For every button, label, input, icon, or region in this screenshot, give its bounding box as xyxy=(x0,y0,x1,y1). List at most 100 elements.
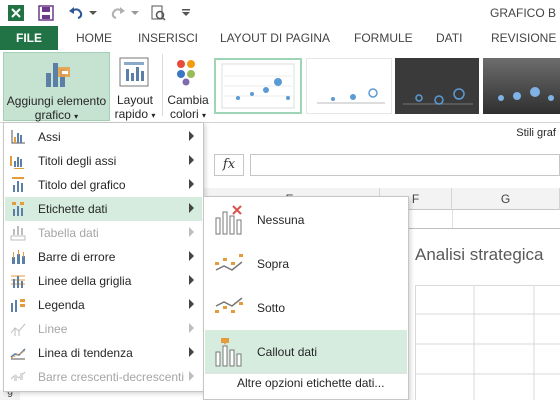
submenu-item-data-callout[interactable]: Callout dati xyxy=(205,330,407,374)
column-header-g[interactable]: G xyxy=(452,188,560,210)
formula-bar: fx xyxy=(200,152,560,178)
chart-title[interactable]: Analisi strategica xyxy=(415,245,544,265)
quick-layout-button[interactable]: Layout rapido ▾ xyxy=(112,52,158,121)
submenu-item-above[interactable]: Sopra xyxy=(205,242,407,286)
dropdown-arrow-icon: ▾ xyxy=(202,111,207,120)
menu-item-label: Linee della griglia xyxy=(38,274,132,288)
menu-item-label: Titolo del grafico xyxy=(38,178,126,192)
customize-toolbar-icon[interactable] xyxy=(176,3,196,23)
submenu-item-label: Callout dati xyxy=(257,345,318,359)
redo-dropdown-icon[interactable] xyxy=(130,3,140,23)
submenu-item-none[interactable]: Nessuna xyxy=(205,198,407,242)
quick-layout-label-2: rapido xyxy=(114,107,148,121)
up-down-bars-icon xyxy=(10,369,26,385)
data-table-icon xyxy=(10,225,26,241)
window-title: GRAFICO B xyxy=(489,6,556,20)
add-chart-element-label-1: Aggiungi elemento xyxy=(6,94,107,108)
ribbon-separator xyxy=(162,54,163,116)
change-colors-label-2-wrap: colori ▾ xyxy=(165,107,211,123)
labels-below-icon xyxy=(213,292,245,324)
title-bar: GRAFICO B xyxy=(0,0,560,26)
axes-icon xyxy=(10,129,26,145)
chart-title-icon xyxy=(10,177,26,193)
submenu-item-label: Sopra xyxy=(257,257,290,271)
dropdown-arrow-icon: ▾ xyxy=(151,111,156,120)
menu-item-lines[interactable]: Linee xyxy=(5,317,202,341)
tab-file[interactable]: FILE xyxy=(0,26,58,50)
chart-style-thumbnail-3[interactable] xyxy=(395,58,479,114)
menu-item-label: Barre crescenti-decrescenti xyxy=(38,370,185,384)
more-data-label-options[interactable]: Altre opzioni etichette dati... xyxy=(205,373,407,395)
chart-style-thumbnail-2[interactable] xyxy=(306,58,392,114)
menu-item-data-table[interactable]: Tabella dati xyxy=(5,221,202,245)
chart-plot-area[interactable] xyxy=(415,285,560,400)
tab-home[interactable]: HOME xyxy=(76,26,112,50)
save-icon[interactable] xyxy=(36,3,56,23)
ribbon-tabs: FILE HOME INSERISCI LAYOUT DI PAGINA FOR… xyxy=(0,26,560,50)
menu-item-trendline[interactable]: Linea di tendenza xyxy=(5,341,202,365)
tab-data[interactable]: DATI xyxy=(436,26,462,50)
more-data-label-options-label: Altre opzioni etichette dati... xyxy=(237,376,385,390)
undo-icon[interactable] xyxy=(66,3,86,23)
ribbon: Aggiungi elemento grafico ▾ Layout rapid… xyxy=(0,50,560,123)
menu-item-label: Tabella dati xyxy=(38,226,99,240)
menu-item-label: Titoli degli assi xyxy=(38,154,117,168)
menu-item-data-labels[interactable]: Etichette dati xyxy=(5,197,202,221)
tab-insert[interactable]: INSERISCI xyxy=(138,26,198,50)
color-palette-icon xyxy=(174,58,202,89)
submenu-arrow-icon xyxy=(189,155,194,165)
quick-layout-label-1: Layout xyxy=(116,93,154,107)
gridlines-icon xyxy=(10,273,26,289)
chart-styles-group-label: Stili graf xyxy=(516,127,556,139)
submenu-arrow-icon xyxy=(189,299,194,309)
change-colors-button[interactable]: Cambia colori ▾ xyxy=(165,52,211,121)
add-chart-element-label-2: grafico xyxy=(34,108,71,122)
chart-object[interactable]: Analisi strategica xyxy=(400,228,560,400)
submenu-arrow-icon xyxy=(189,371,194,381)
data-callout-icon xyxy=(213,336,245,368)
tab-formulas[interactable]: FORMULE xyxy=(354,26,413,50)
submenu-arrow-icon xyxy=(189,251,194,261)
submenu-item-label: Nessuna xyxy=(257,213,305,227)
menu-item-label: Barre di errore xyxy=(38,250,116,264)
menu-item-label: Linee xyxy=(38,322,68,336)
submenu-item-label: Sotto xyxy=(257,301,286,315)
menu-item-axes[interactable]: Assi xyxy=(5,125,202,149)
trendline-icon xyxy=(10,345,26,361)
change-colors-label-1: Cambia xyxy=(167,93,209,107)
menu-item-legend[interactable]: Legenda xyxy=(5,293,202,317)
menu-item-label: Linea di tendenza xyxy=(38,346,133,360)
submenu-arrow-icon xyxy=(189,179,194,189)
legend-icon xyxy=(10,297,26,313)
menu-item-axis-titles[interactable]: Titoli degli assi xyxy=(5,149,202,173)
menu-item-up-down-bars[interactable]: Barre crescenti-decrescenti xyxy=(5,365,202,389)
error-bars-icon xyxy=(10,249,26,265)
data-labels-icon xyxy=(10,201,26,217)
submenu-arrow-icon xyxy=(189,203,194,213)
data-labels-submenu: Nessuna Sopra Sotto Callout dati Altre o… xyxy=(203,196,409,400)
no-labels-icon xyxy=(213,204,245,236)
add-chart-element-button[interactable]: Aggiungi elemento grafico ▾ xyxy=(3,52,110,122)
menu-item-chart-title[interactable]: Titolo del grafico xyxy=(5,173,202,197)
add-chart-element-menu: Assi Titoli degli assi Titolo del grafic… xyxy=(3,122,204,392)
change-colors-label-2: colori xyxy=(169,107,199,121)
quick-layout-icon xyxy=(119,57,149,90)
menu-item-error-bars[interactable]: Barre di errore xyxy=(5,245,202,269)
menu-item-gridlines[interactable]: Linee della griglia xyxy=(5,269,202,293)
dropdown-arrow-icon: ▾ xyxy=(74,112,79,121)
print-preview-icon[interactable] xyxy=(148,3,168,23)
axis-titles-icon xyxy=(10,153,26,169)
chart-style-thumbnail-4[interactable] xyxy=(483,58,560,114)
menu-item-label: Legenda xyxy=(38,298,85,312)
submenu-item-below[interactable]: Sotto xyxy=(205,286,407,330)
redo-icon[interactable] xyxy=(108,3,128,23)
insert-function-button[interactable]: fx xyxy=(214,154,244,176)
formula-input[interactable] xyxy=(250,154,560,176)
tab-page-layout[interactable]: LAYOUT DI PAGINA xyxy=(220,26,330,50)
undo-dropdown-icon[interactable] xyxy=(88,3,98,23)
submenu-arrow-icon xyxy=(189,227,194,237)
submenu-arrow-icon xyxy=(189,131,194,141)
labels-above-icon xyxy=(213,248,245,280)
tab-review[interactable]: REVISIONE xyxy=(491,26,556,50)
chart-style-thumbnail-1[interactable] xyxy=(214,58,302,114)
